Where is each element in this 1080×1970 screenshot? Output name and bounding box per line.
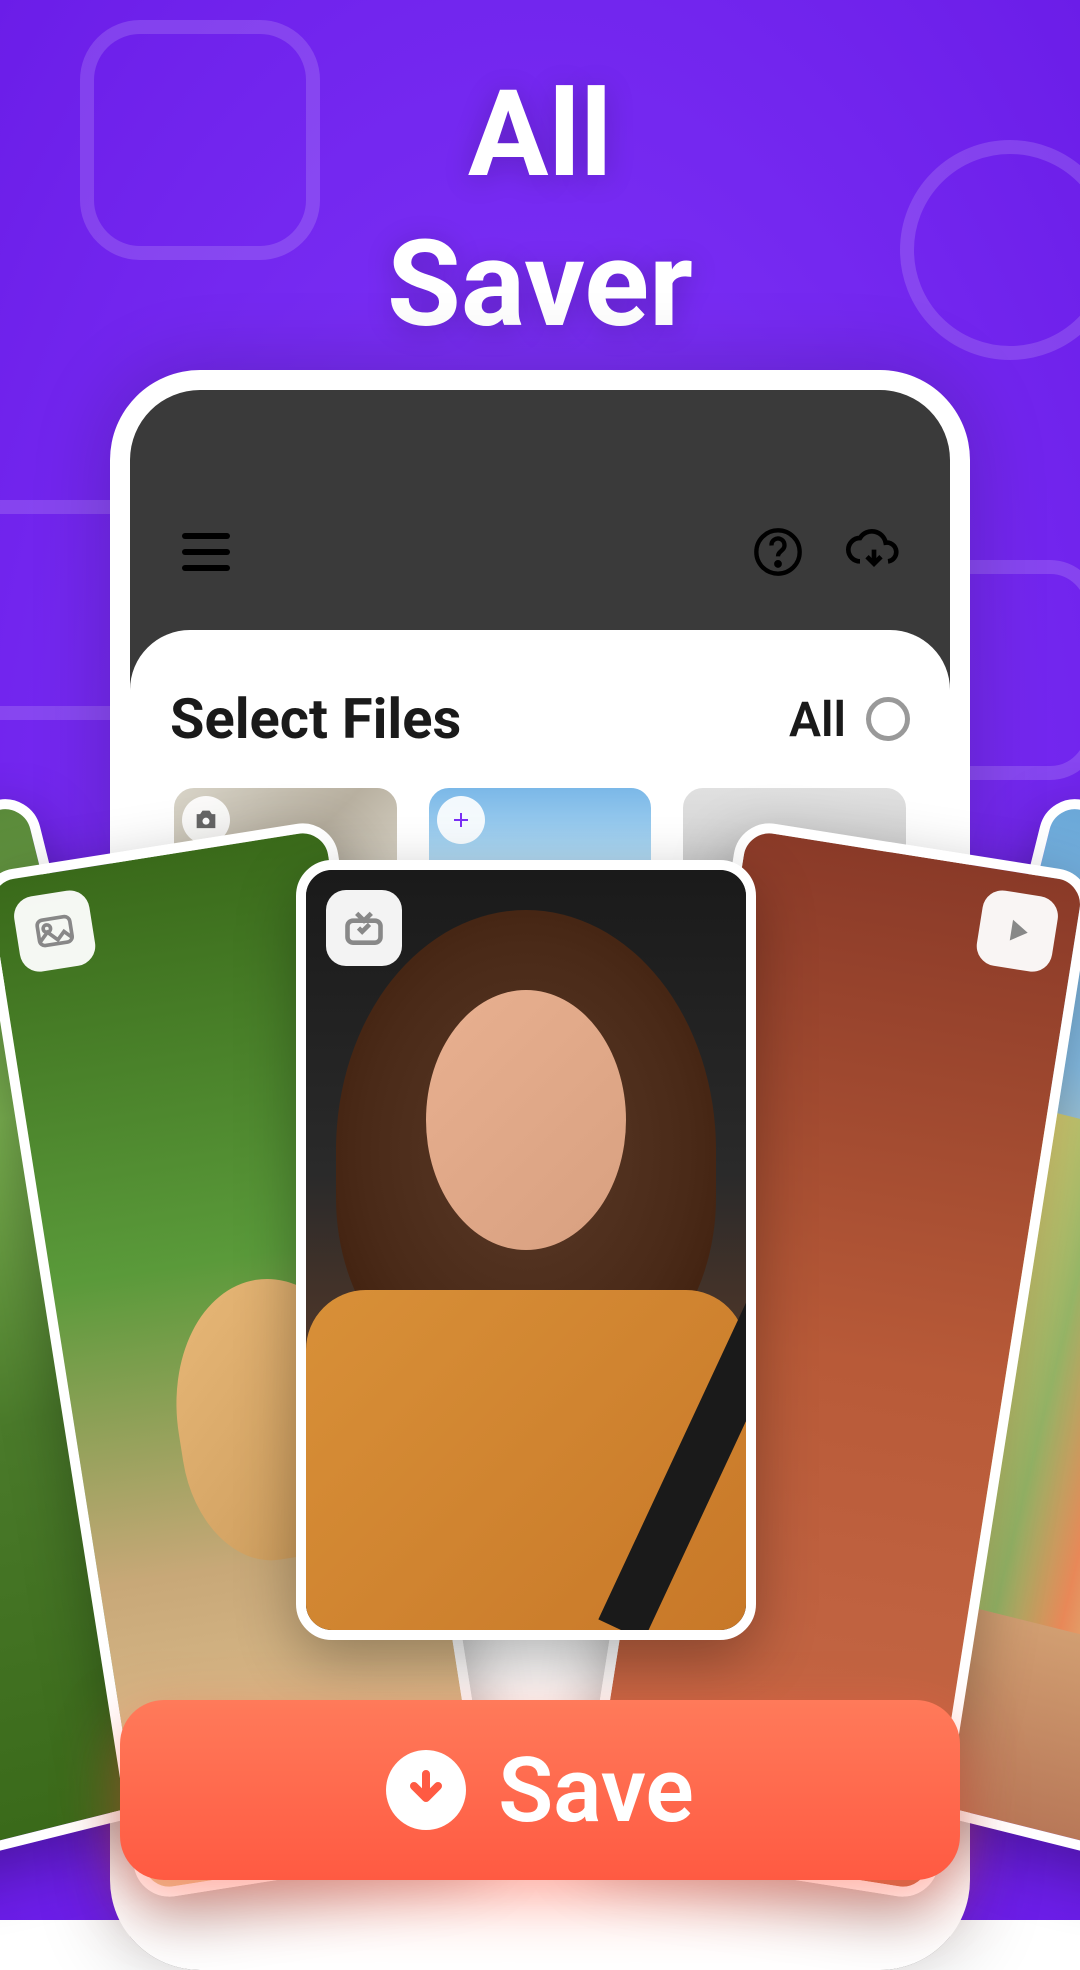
- app-title: All Saver: [0, 60, 1080, 360]
- help-icon: [752, 526, 804, 578]
- tv-icon: [326, 890, 402, 966]
- save-label: Save: [498, 1738, 694, 1843]
- hamburger-icon: [182, 533, 230, 571]
- help-button[interactable]: [750, 524, 806, 580]
- photo-icon: [11, 888, 98, 975]
- download-cloud-button[interactable]: [846, 524, 902, 580]
- plus-icon: [437, 796, 485, 844]
- select-files-title: Select Files: [170, 686, 461, 752]
- title-line-2: Saver: [0, 210, 1080, 360]
- select-header: Select Files All: [170, 686, 910, 752]
- play-icon: [974, 888, 1061, 975]
- app-bar: [130, 390, 950, 630]
- download-arrow-icon: [386, 1750, 466, 1830]
- media-card[interactable]: [296, 860, 756, 1640]
- radio-unchecked-icon: [866, 697, 910, 741]
- menu-button[interactable]: [178, 524, 234, 580]
- title-line-1: All: [0, 60, 1080, 210]
- select-all-control[interactable]: All: [789, 691, 910, 748]
- cloud-download-icon: [846, 524, 902, 580]
- save-button[interactable]: Save: [120, 1700, 960, 1880]
- all-label: All: [789, 691, 846, 748]
